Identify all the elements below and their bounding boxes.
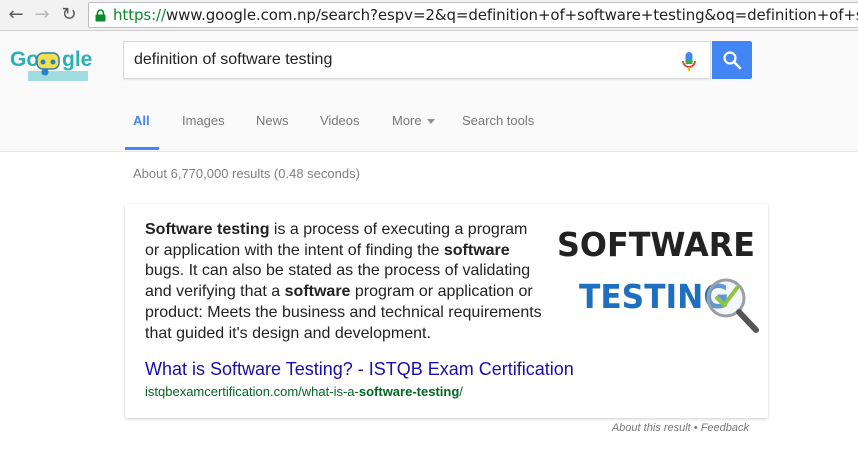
browser-toolbar: ← → ↻ https://www.google.com.np/search?e… xyxy=(0,0,858,31)
tab-images[interactable]: Images xyxy=(182,113,225,128)
microphone-icon[interactable] xyxy=(681,51,697,73)
url-scheme: https:// xyxy=(113,6,166,24)
search-header: Go gle xyxy=(0,31,858,91)
address-bar[interactable]: https://www.google.com.np/search?espv=2&… xyxy=(88,2,858,28)
software-testing-image[interactable]: SOFTWARE TESTING xyxy=(557,220,761,336)
lock-icon xyxy=(95,9,106,22)
google-doodle-logo[interactable]: Go gle xyxy=(10,45,110,85)
featured-snippet-card: Software testing is a process of executi… xyxy=(125,204,768,418)
search-tabs: All Images News Videos More Search tools xyxy=(0,91,858,152)
arrow-right-icon[interactable]: → xyxy=(31,4,53,26)
magnifier-icon xyxy=(723,51,742,70)
image-text-testing: TESTING xyxy=(579,277,729,316)
tab-news[interactable]: News xyxy=(256,113,289,128)
active-tab-indicator xyxy=(125,147,159,150)
snippet-part: Software testing xyxy=(145,221,270,238)
snippet-part: software xyxy=(284,283,351,301)
result-stats: About 6,770,000 results (0.48 seconds) xyxy=(133,166,360,181)
search-tools-button[interactable]: Search tools xyxy=(462,113,534,128)
featured-snippet-text: Software testing is a process of executi… xyxy=(145,220,545,344)
result-title-link[interactable]: What is Software Testing? - ISTQB Exam C… xyxy=(145,359,574,380)
tab-more[interactable]: More xyxy=(392,113,435,128)
search-box xyxy=(123,41,711,79)
caret-down-icon xyxy=(426,119,435,125)
result-url-bold: software-testing xyxy=(358,384,460,399)
url-path: www.google.com.np/search?espv=2&q=defini… xyxy=(165,6,858,24)
tab-more-label: More xyxy=(392,113,422,128)
tab-all[interactable]: All xyxy=(133,113,150,128)
reload-icon[interactable]: ↻ xyxy=(58,4,80,26)
result-url-prefix: istqbexamcertification.com/what-is-a- xyxy=(145,384,359,399)
url-text: https://www.google.com.np/search?espv=2&… xyxy=(113,6,858,24)
result-footer: About this result • Feedback xyxy=(0,422,749,434)
feedback-link[interactable]: Feedback xyxy=(701,422,749,434)
svg-text:Go: Go xyxy=(10,48,39,71)
search-input[interactable] xyxy=(134,42,674,78)
image-text-software: SOFTWARE xyxy=(557,225,755,264)
about-this-result-link[interactable]: About this result xyxy=(612,422,691,434)
snippet-part: software xyxy=(443,241,510,259)
magnifier-check-icon xyxy=(706,278,759,333)
footer-separator: • xyxy=(690,422,701,434)
tab-videos[interactable]: Videos xyxy=(320,113,360,128)
search-button[interactable] xyxy=(712,41,752,79)
result-url-suffix: / xyxy=(459,384,463,399)
svg-text:gle: gle xyxy=(62,48,92,71)
arrow-left-icon[interactable]: ← xyxy=(5,4,27,26)
result-url: istqbexamcertification.com/what-is-a-sof… xyxy=(145,384,463,399)
